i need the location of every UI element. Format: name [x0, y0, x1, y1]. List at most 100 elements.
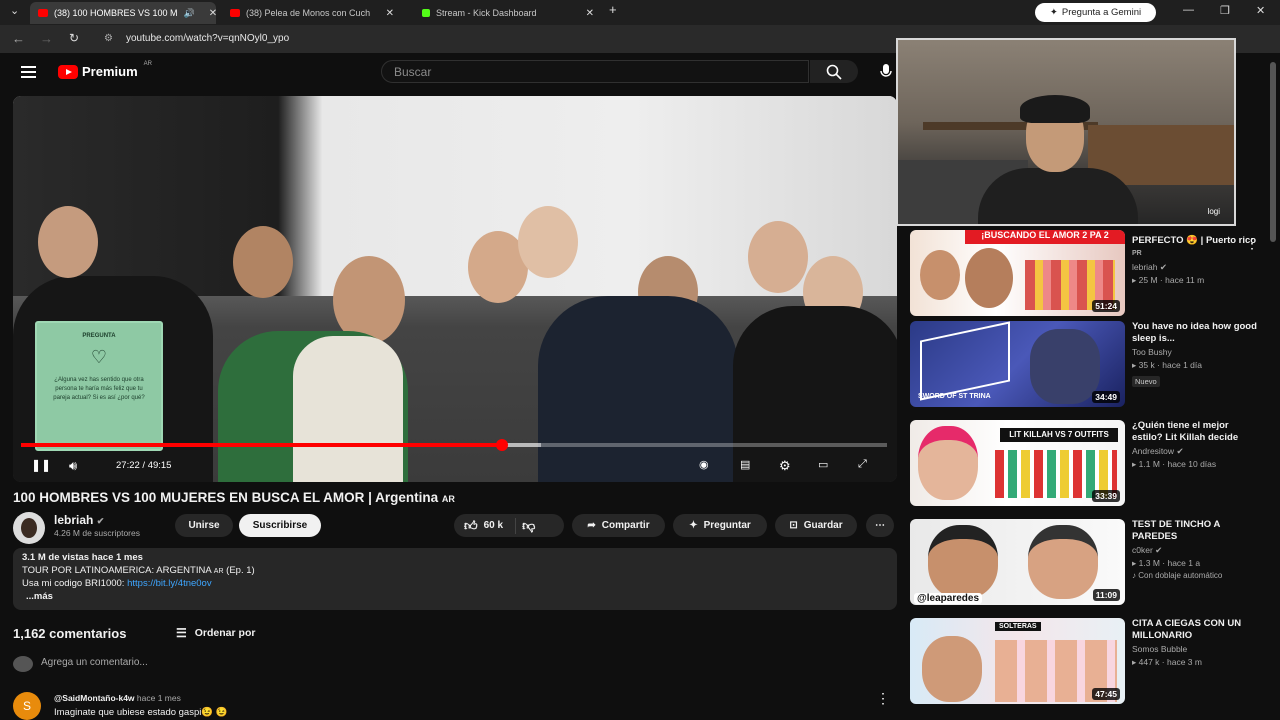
verified-icon: ✔: [96, 516, 105, 526]
share-button[interactable]: ➦ Compartir: [572, 514, 665, 537]
restore-icon[interactable]: ❐: [1220, 4, 1230, 17]
sort-label: Ordenar por: [194, 627, 256, 639]
country-flag: AR: [441, 494, 455, 504]
recommendation-menu-icon[interactable]: ⋮: [1245, 235, 1259, 252]
comment-count: 1,162 comentarios: [13, 626, 127, 641]
kick-favicon-icon: [422, 9, 430, 17]
microphone-icon[interactable]: [877, 62, 895, 80]
recommendation-thumbnail[interactable]: LIT KILLAH VS 7 OUTFITS 33:39: [910, 420, 1125, 506]
recommendation-thumbnail[interactable]: SOLTERAS 47:45: [910, 618, 1125, 704]
recommendation-channel: Andresitow: [1132, 446, 1175, 456]
ask-button[interactable]: ✦ Preguntar: [673, 514, 767, 537]
region-code: AR: [143, 60, 152, 67]
fullscreen-icon[interactable]: ⤢: [858, 458, 867, 471]
video-description[interactable]: 3.1 M de vistas hace 1 mes TOUR POR LATI…: [13, 548, 897, 610]
upload-age: hace 3 m: [1167, 657, 1202, 667]
recommendation-thumbnail[interactable]: ¡BUSCANDO EL AMOR 2 PA 2 51:24: [910, 230, 1125, 316]
video-player[interactable]: PREGUNTA ♡ ¿Alguna vez has sentido que o…: [13, 96, 897, 482]
user-avatar: [13, 656, 33, 672]
theater-mode-icon[interactable]: ▭: [818, 458, 828, 471]
recommendation-title: CITA A CIEGAS CON UN MILLONARIO: [1132, 618, 1242, 641]
minimize-icon[interactable]: —: [1183, 4, 1194, 16]
recommendation-title: TEST DE TINCHO A PAREDES: [1132, 519, 1220, 542]
comment-menu-icon[interactable]: ⋮: [876, 690, 890, 707]
verified-icon: ✔: [1159, 262, 1168, 272]
back-icon[interactable]: ←: [12, 31, 25, 46]
hamburger-menu-icon[interactable]: [21, 66, 36, 78]
close-window-icon[interactable]: ✕: [1256, 4, 1265, 17]
channel-avatar[interactable]: [13, 512, 45, 544]
comment-author: @SaidMontaño-k4w hace 1 mes: [54, 693, 181, 703]
browser-tab-3[interactable]: Stream - Kick Dashboard ✕: [414, 2, 602, 24]
search-button[interactable]: [810, 60, 858, 83]
show-more-link[interactable]: ...más: [26, 591, 53, 602]
save-label: Guardar: [803, 520, 843, 531]
settings-icon[interactable]: ⚙: [779, 458, 791, 474]
recommendation-channel: Somos Bubble: [1132, 644, 1188, 654]
browser-tab-2[interactable]: (38) Pelea de Monos con Cuch ✕: [222, 2, 402, 24]
tab-search-icon[interactable]: ⌄: [10, 4, 19, 17]
tab-title: (38) Pelea de Monos con Cuch: [246, 8, 371, 18]
sparkle-icon: ✦: [689, 520, 698, 531]
more-actions-button[interactable]: ⋯: [866, 514, 894, 537]
forward-icon[interactable]: →: [40, 31, 53, 46]
recommendation-info[interactable]: You have no idea how good sleep is... To…: [1132, 321, 1260, 389]
new-tab-icon[interactable]: +: [609, 2, 617, 17]
overlay-figure: [978, 168, 1138, 224]
recommendation-info[interactable]: PERFECTO 😍 | Puerto rico PR lebriah ✔ ▸ …: [1132, 235, 1260, 286]
autoplay-toggle-icon[interactable]: ◉: [699, 458, 709, 471]
recommendation-thumbnail[interactable]: SWORD OF ST TRINA 34:49: [910, 321, 1125, 407]
volume-icon[interactable]: 🔊︎: [69, 458, 77, 474]
recommendation-info[interactable]: TEST DE TINCHO A PAREDES c0ker ✔ ▸ 1.3 M…: [1132, 519, 1260, 582]
close-tab-icon[interactable]: ✕: [586, 8, 594, 19]
channel-name[interactable]: lebriah ✔: [54, 513, 104, 527]
thumbs-down-icon[interactable]: 👎︎: [522, 518, 535, 534]
page-scrollbar[interactable]: [1270, 62, 1276, 242]
join-button[interactable]: Unirse: [175, 514, 233, 537]
video-figure: [38, 206, 98, 278]
close-tab-icon[interactable]: ✕: [209, 8, 216, 19]
view-count: 1.1 M: [1138, 459, 1160, 469]
upload-age: hace 1 día: [1162, 360, 1202, 370]
subscribe-button[interactable]: Suscribirse: [239, 514, 321, 537]
url-field[interactable]: youtube.com/watch?v=qnNOyl0_ypo: [126, 33, 289, 44]
recommendation-info[interactable]: ¿Quién tiene el mejor estilo? Lit Killah…: [1132, 420, 1260, 470]
recommendation-channel: lebriah: [1132, 262, 1158, 272]
subscribe-label: Suscribirse: [252, 520, 308, 531]
pause-icon[interactable]: ❚❚: [31, 458, 51, 472]
reload-icon[interactable]: ↻: [69, 31, 79, 45]
site-info-icon[interactable]: ⚙: [104, 33, 113, 44]
recommendation-title: You have no idea how good sleep is...: [1132, 321, 1257, 344]
gemini-button[interactable]: ✦ Pregunta a Gemini: [1035, 3, 1156, 22]
card-heading: PREGUNTA: [82, 333, 116, 339]
promo-link[interactable]: https://bit.ly/4tne0ov: [127, 578, 212, 589]
search-input[interactable]: Buscar: [381, 60, 809, 83]
thumbnail-figure: [1030, 329, 1100, 404]
subtitles-icon[interactable]: ▤: [740, 458, 750, 471]
recommendation-info[interactable]: CITA A CIEGAS CON UN MILLONARIO Somos Bu…: [1132, 618, 1260, 668]
heart-icon: ♡: [90, 347, 108, 367]
comment-text: Imaginate que ubiese estado gaspi😉 😉: [54, 707, 228, 718]
like-dislike-group: 👍︎ 60 k 👎︎: [454, 514, 564, 537]
close-tab-icon[interactable]: ✕: [386, 8, 394, 19]
card-text: ¿Alguna vez has sentido que otra persona…: [53, 377, 145, 401]
thumbnail-figure: [920, 250, 960, 300]
video-figure: [233, 226, 293, 298]
recommendation-thumbnail[interactable]: @leaparedes 11:09: [910, 519, 1125, 605]
video-progress-bar[interactable]: [21, 439, 887, 451]
save-button[interactable]: ⊡ Guardar: [775, 514, 857, 537]
overlay-label: logi: [1207, 207, 1220, 216]
overlay-figure: [1020, 95, 1090, 123]
youtube-logo[interactable]: Premium AR: [58, 60, 152, 79]
thumbs-up-icon[interactable]: 👍︎: [464, 518, 478, 534]
like-count[interactable]: 60 k: [484, 520, 503, 531]
sort-button[interactable]: ☰ Ordenar por: [176, 626, 255, 640]
recommendation-channel: Too Bushy: [1132, 347, 1172, 357]
youtube-play-icon: [58, 64, 78, 79]
speaker-icon[interactable]: 🔊: [184, 8, 195, 19]
comment-username[interactable]: @SaidMontaño-k4w: [54, 693, 135, 703]
view-count: 447 k: [1138, 657, 1160, 667]
add-comment-input[interactable]: Agrega un comentario...: [41, 657, 148, 668]
browser-tab-1[interactable]: (38) 100 HOMBRES VS 100 M 🔊 ✕: [30, 2, 216, 24]
comment-avatar[interactable]: S: [13, 692, 41, 720]
